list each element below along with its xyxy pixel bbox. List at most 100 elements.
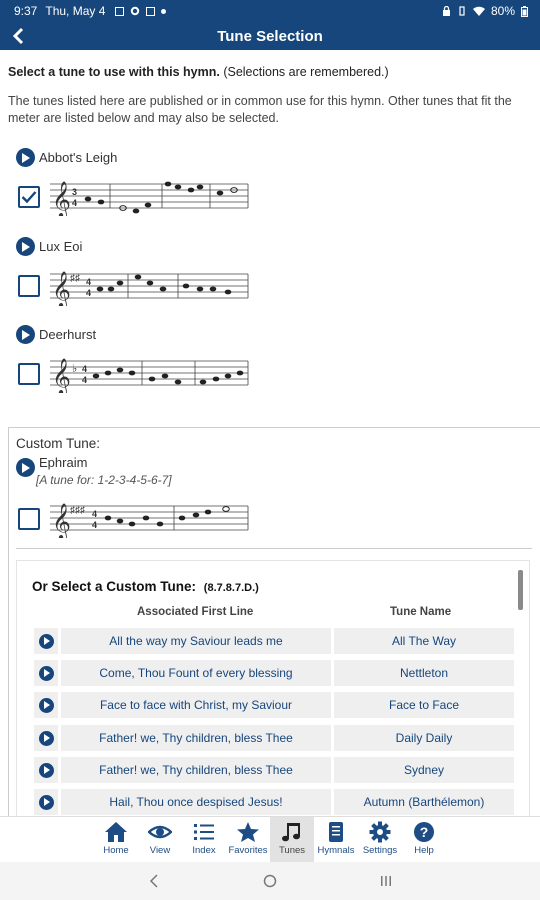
help-icon: ?	[414, 822, 434, 842]
svg-text:3: 3	[72, 187, 77, 197]
wifi-icon	[472, 6, 485, 16]
photo-icon	[115, 6, 125, 16]
tune-checkbox-deerhurst[interactable]	[18, 363, 40, 385]
svg-text:♯♯♯: ♯♯♯	[70, 505, 85, 516]
custom-tune-label: Custom Tune:	[16, 436, 101, 451]
custom-tune-subnote: [A tune for: 1-2-3-4-5-6-7]	[36, 473, 172, 487]
row-play-button[interactable]	[34, 725, 58, 751]
chevron-left-icon	[12, 27, 24, 45]
first-line-cell[interactable]: Hail, Thou once despised Jesus!	[61, 789, 331, 815]
svg-text:4: 4	[72, 198, 77, 208]
svg-text:4: 4	[82, 364, 87, 374]
tune-header-abbots-leigh: Abbot's Leigh	[16, 148, 117, 167]
tab-index[interactable]: Index	[182, 817, 226, 863]
tab-hymnals[interactable]: Hymnals	[314, 817, 358, 863]
table-row[interactable]: Father! we, Thy children, bless Thee Syd…	[34, 757, 514, 783]
staff-deerhurst: 𝄞 ♭ 4 4	[50, 357, 249, 393]
intro-note: (Selections are remembered.)	[223, 65, 389, 79]
row-play-button[interactable]	[34, 757, 58, 783]
table-row[interactable]: Face to face with Christ, my Saviour Fac…	[34, 692, 514, 718]
first-line-cell[interactable]: Father! we, Thy children, bless Thee	[61, 757, 331, 783]
staff-abbots-leigh: 𝄞 3 4	[50, 180, 249, 216]
tab-view[interactable]: View	[138, 817, 182, 863]
column-header-tune-name: Tune Name	[390, 606, 452, 618]
intro-bold: Select a tune to use with this hymn.	[8, 65, 220, 79]
tune-checkbox-abbots-leigh[interactable]	[18, 186, 40, 208]
tab-label: Settings	[362, 845, 398, 856]
notification-icons	[115, 6, 167, 16]
play-button[interactable]	[16, 325, 35, 344]
table-row[interactable]: Come, Thou Fount of every blessing Nettl…	[34, 660, 514, 686]
svg-text:𝄞: 𝄞	[52, 502, 71, 538]
svg-text:𝄞: 𝄞	[52, 357, 71, 393]
row-play-button[interactable]	[34, 692, 58, 718]
column-header-first-line: Associated First Line	[137, 606, 254, 618]
nav-home-button[interactable]	[212, 874, 328, 888]
tune-name: Lux Eoi	[39, 239, 83, 254]
tune-checkbox-ephraim[interactable]	[18, 508, 40, 530]
first-line-cell[interactable]: Father! we, Thy children, bless Thee	[61, 725, 331, 751]
play-icon	[38, 730, 54, 746]
battery-level: 80%	[490, 4, 515, 18]
recents-icon	[381, 876, 391, 886]
table-row[interactable]: Father! we, Thy children, bless Thee Dai…	[34, 725, 514, 751]
tune-header-deerhurst: Deerhurst	[16, 325, 96, 344]
home-icon	[105, 822, 127, 842]
back-button[interactable]	[6, 24, 30, 48]
staff-lux-eoi: 𝄞 ♯♯ 4 4	[50, 270, 249, 306]
row-play-button[interactable]	[34, 628, 58, 654]
nav-recents-button[interactable]	[328, 874, 444, 888]
svg-text:4: 4	[86, 277, 91, 287]
tab-home[interactable]: Home	[94, 817, 138, 863]
row-play-button[interactable]	[34, 660, 58, 686]
tune-name-cell[interactable]: Face to Face	[334, 692, 514, 718]
system-nav-bar	[0, 862, 540, 900]
system-icons: 80%	[442, 4, 528, 18]
app-bar: Tune Selection	[0, 22, 540, 50]
tab-favorites[interactable]: Favorites	[226, 817, 270, 863]
list-scrollbar[interactable]	[518, 570, 523, 610]
table-row[interactable]: Hail, Thou once despised Jesus! Autumn (…	[34, 789, 514, 815]
chevron-left-icon	[149, 874, 158, 888]
play-icon	[38, 697, 54, 713]
divider	[16, 548, 532, 549]
lock-icon	[442, 6, 450, 16]
svg-text:♭: ♭	[72, 363, 77, 375]
book-icon	[329, 822, 343, 842]
meter-label: (8.7.8.7.D.)	[203, 582, 259, 594]
tab-label: Index	[192, 845, 216, 856]
list-icon	[194, 824, 214, 840]
staff-ephraim: 𝄞 ♯♯♯ 4 4	[50, 502, 249, 538]
dot-icon	[161, 8, 167, 14]
circle-home-icon	[263, 874, 277, 888]
first-line-cell[interactable]: Face to face with Christ, my Saviour	[61, 692, 331, 718]
play-icon	[38, 633, 54, 649]
tune-name-cell[interactable]: Nettleton	[334, 660, 514, 686]
status-bar: 9:37 Thu, May 4 80%	[0, 0, 540, 22]
page-title: Tune Selection	[217, 27, 323, 45]
tab-help[interactable]: ? Help	[402, 817, 446, 863]
tune-checkbox-lux-eoi[interactable]	[18, 275, 40, 297]
table-row[interactable]: All the way my Saviour leads me All The …	[34, 628, 514, 654]
first-line-cell[interactable]: Come, Thou Fount of every blessing	[61, 660, 331, 686]
music-note-icon	[282, 823, 300, 842]
tune-name-cell[interactable]: Sydney	[334, 757, 514, 783]
play-icon	[38, 665, 54, 681]
svg-text:?: ?	[420, 824, 429, 840]
eye-icon	[148, 825, 172, 839]
tune-name-cell[interactable]: All The Way	[334, 628, 514, 654]
tab-settings[interactable]: Settings	[358, 817, 402, 863]
play-button[interactable]	[16, 237, 35, 256]
first-line-cell[interactable]: All the way my Saviour leads me	[61, 628, 331, 654]
tab-tunes[interactable]: Tunes	[270, 817, 314, 863]
tune-name-cell[interactable]: Daily Daily	[334, 725, 514, 751]
play-button[interactable]	[16, 458, 35, 477]
tune-selection-content[interactable]: Select a tune to use with this hymn. (Se…	[0, 50, 540, 816]
play-icon	[38, 762, 54, 778]
tab-label: Home	[103, 845, 129, 856]
svg-text:4: 4	[82, 375, 87, 385]
nav-back-button[interactable]	[96, 874, 212, 888]
row-play-button[interactable]	[34, 789, 58, 815]
tune-name-cell[interactable]: Autumn (Barthélemon)	[334, 789, 514, 815]
play-button[interactable]	[16, 148, 35, 167]
